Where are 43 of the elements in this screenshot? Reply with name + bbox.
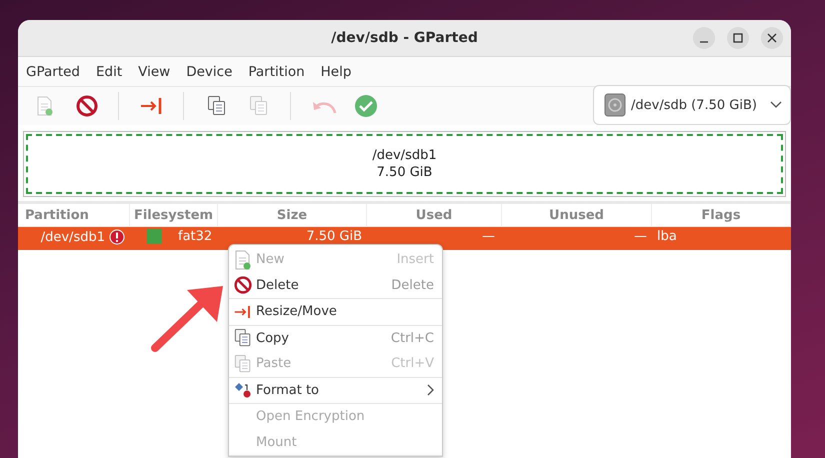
column-header[interactable]: Used [367,204,502,226]
table-cell: — [634,229,647,244]
table-cell: lba [657,229,677,244]
paste-icon [234,352,252,375]
table-row[interactable]: /dev/sdb1 fat32 7.50 GiB — — lba [18,227,791,250]
menu-item[interactable]: Delete Delete [229,272,442,298]
menu-item[interactable]: Format to [229,378,442,403]
maximize-icon [733,33,743,43]
menu-item[interactable]: View [138,64,180,80]
resize-icon [140,97,164,115]
menu-item[interactable]: Device [186,64,242,80]
chevron-down-icon [770,101,782,109]
paste-icon [249,95,269,117]
partition-block[interactable]: /dev/sdb1 7.50 GiB [26,134,783,194]
table-cell: fat32 [178,229,212,244]
table-cell: 7.50 GiB [306,229,362,244]
table-cell: — [482,229,495,244]
menu-item[interactable]: Partition [248,64,314,80]
menu-item[interactable]: Edit [96,64,132,80]
delete-icon [234,274,252,296]
column-header[interactable]: Partition [18,204,130,226]
minimize-icon [699,41,709,43]
window-title: /dev/sdb - GParted [331,30,478,46]
copy-icon [207,95,227,117]
device-selector[interactable]: /dev/sdb (7.50 GiB) [593,85,791,125]
menu-item[interactable]: GParted [26,64,89,80]
new-document-icon [36,96,54,116]
table-cell: /dev/sdb1 [40,230,105,244]
maximize-button[interactable] [727,27,749,49]
column-header[interactable]: Flags [652,204,791,226]
column-header[interactable]: Filesystem [130,204,218,226]
menu-item[interactable]: Copy Ctrl+C [229,326,442,351]
chevron-right-icon [426,384,434,396]
menu-item[interactable]: Help [320,64,360,80]
close-icon [767,33,777,43]
menu-item[interactable]: Resize/Move [229,299,442,324]
delete-icon [76,95,98,117]
column-header[interactable]: Size [218,204,367,226]
format-icon [234,381,252,400]
apply-icon [354,94,378,118]
column-header[interactable]: Unused [502,204,652,226]
new-document-icon [234,250,252,270]
close-button[interactable] [761,27,783,49]
